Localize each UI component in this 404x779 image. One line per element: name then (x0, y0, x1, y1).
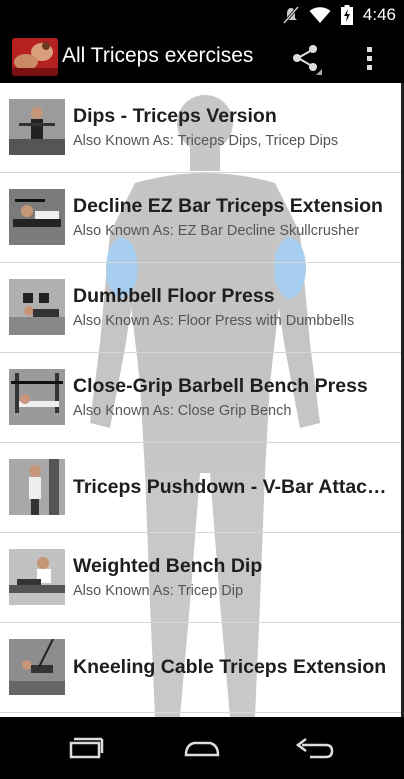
status-bar: 4:46 (0, 0, 404, 31)
exercise-list-area[interactable]: Dips - Triceps Version Also Known As: Tr… (0, 83, 404, 717)
home-button[interactable] (177, 735, 227, 763)
list-item[interactable]: Triceps Pushdown - V-Bar Attach... (0, 443, 401, 533)
home-icon (184, 741, 220, 757)
share-button[interactable] (286, 39, 326, 77)
wifi-icon (309, 6, 331, 23)
list-item[interactable]: Kneeling Cable Triceps Extension (0, 623, 401, 713)
recent-apps-icon (69, 737, 104, 759)
exercise-title: Decline EZ Bar Triceps Extension (73, 195, 383, 217)
mute-icon (282, 6, 299, 24)
exercise-title: Close-Grip Barbell Bench Press (73, 375, 368, 397)
exercise-thumbnail (9, 369, 65, 425)
status-time: 4:46 (362, 5, 396, 24)
navigation-bar (0, 717, 404, 779)
exercise-aka: Also Known As: Floor Press with Dumbbell… (73, 313, 355, 329)
exercise-thumbnail (9, 549, 65, 605)
recent-apps-button[interactable] (60, 735, 110, 763)
exercise-thumbnail (9, 279, 65, 335)
list-item[interactable]: Dips - Triceps Version Also Known As: Tr… (0, 83, 401, 173)
list-item[interactable]: Decline EZ Bar Triceps Extension Also Kn… (0, 173, 401, 263)
exercise-aka: Also Known As: Triceps Dips, Tricep Dips (73, 133, 339, 149)
exercise-list: Dips - Triceps Version Also Known As: Tr… (0, 83, 401, 713)
exercise-thumbnail (9, 639, 65, 695)
exercise-title: Triceps Pushdown - V-Bar Attach... (73, 476, 393, 498)
list-item[interactable]: Dumbbell Floor Press Also Known As: Floo… (0, 263, 401, 353)
exercise-title: Weighted Bench Dip (73, 555, 263, 577)
page-title: All Triceps exercises (62, 44, 254, 67)
battery-icon (340, 5, 353, 25)
exercise-aka: Also Known As: EZ Bar Decline Skullcrush… (73, 223, 360, 239)
exercise-thumbnail (9, 459, 65, 515)
app-logo (12, 38, 58, 76)
action-bar: All Triceps exercises (0, 31, 404, 85)
exercise-title: Kneeling Cable Triceps Extension (73, 656, 387, 678)
exercise-thumbnail (9, 99, 65, 155)
list-item[interactable]: Weighted Bench Dip Also Known As: Tricep… (0, 533, 401, 623)
exercise-title: Dips - Triceps Version (73, 105, 277, 127)
back-button[interactable] (290, 735, 340, 763)
exercise-thumbnail (9, 189, 65, 245)
list-item[interactable]: Close-Grip Barbell Bench Press Also Know… (0, 353, 401, 443)
overflow-menu-icon (367, 47, 372, 70)
overflow-menu-button[interactable] (356, 39, 384, 77)
share-icon (293, 45, 322, 75)
exercise-title: Dumbbell Floor Press (73, 285, 275, 307)
exercise-aka: Also Known As: Tricep Dip (73, 583, 244, 599)
back-icon (295, 738, 334, 759)
exercise-aka: Also Known As: Close Grip Bench (73, 403, 292, 419)
